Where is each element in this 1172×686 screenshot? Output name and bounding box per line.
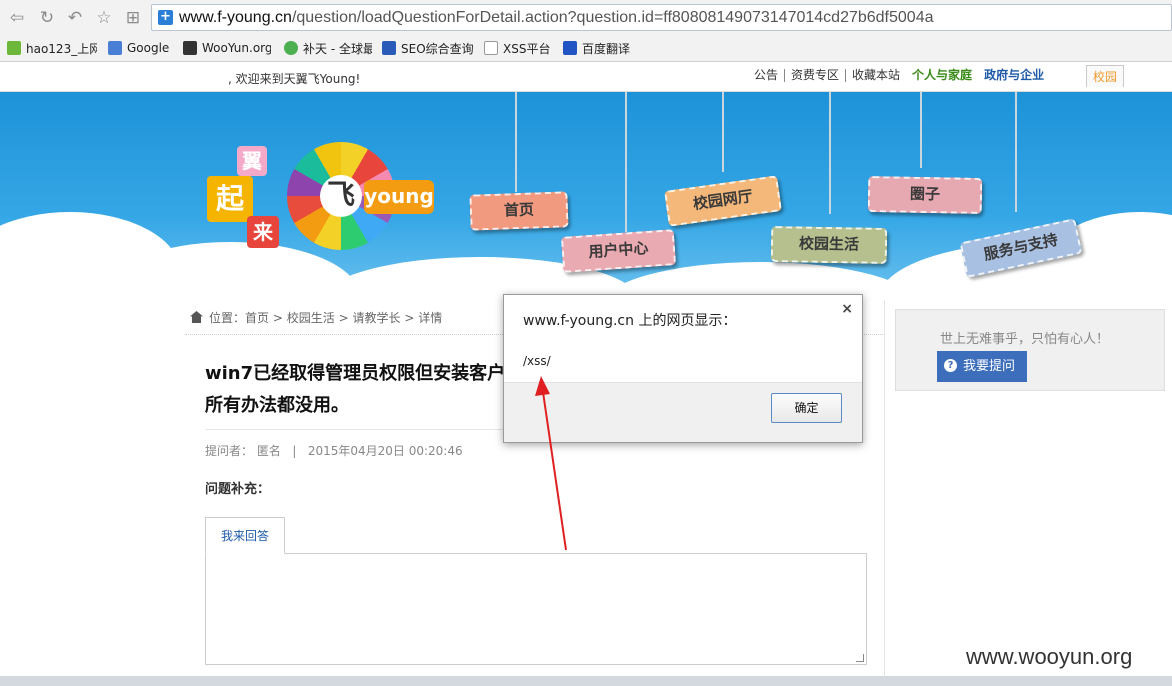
nav-sign-campus-life[interactable]: 校园生活 (770, 225, 888, 265)
breadcrumb: 位置：首页 > 校园生活 > 请教学长 > 详情 (190, 309, 442, 326)
dialog-footer: 确定 (504, 382, 862, 442)
bookmark-label: hao123_上网 (26, 41, 97, 56)
alert-dialog: www.f-young.cn 上的网页显示： × /xss/ 确定 (503, 294, 863, 443)
address-bar[interactable]: + www.f-young.cn/question/loadQuestionFo… (151, 4, 1172, 31)
asker-name: 匿名 (256, 444, 281, 458)
bookmark-label: XSS平台 (503, 41, 551, 56)
tab-answer[interactable]: 我来回答 (205, 517, 285, 554)
butian-icon (284, 41, 298, 55)
back-icon[interactable]: ⇦ (6, 7, 28, 29)
ask-panel: 世上无难事乎，只怕有心人！ ? 我要提问 (895, 309, 1165, 391)
column-divider (884, 300, 885, 686)
nav-sign-home[interactable]: 首页 (469, 191, 569, 231)
question-time: 2015年04月20日 00:20:46 (307, 444, 463, 458)
breadcrumb-detail: 详情 (418, 311, 443, 325)
ask-question-button[interactable]: ? 我要提问 (937, 351, 1027, 382)
bookmark-label: 百度翻译 (582, 41, 631, 56)
bookmark-label: SEO综合查询 (401, 41, 474, 56)
breadcrumb-ask-senior[interactable]: 请教学长 (352, 311, 400, 325)
logo-char: 翼 (237, 146, 267, 176)
ok-button[interactable]: 确定 (771, 393, 842, 423)
breadcrumb-sep: > (272, 311, 283, 325)
sign-rope (920, 92, 922, 168)
welcome-text: , 欢迎来到天翼飞Young! (228, 72, 361, 86)
url-host: www.f-young.cn (179, 9, 292, 26)
seo-icon (382, 41, 396, 55)
link-personal[interactable]: 个人与家庭 (906, 69, 978, 82)
resize-handle-icon[interactable] (856, 654, 864, 662)
divider (205, 429, 505, 430)
breadcrumb-prefix: 位置： (209, 311, 246, 325)
page-icon (484, 41, 498, 55)
star-icon[interactable]: ☆ (93, 7, 115, 29)
breadcrumb-sep: > (338, 311, 349, 325)
sign-rope (829, 92, 831, 214)
bookmark-label: Google (127, 41, 170, 55)
dialog-message: /xss/ (523, 354, 551, 368)
logo-young-text: young (364, 180, 434, 214)
nav-sign-circle[interactable]: 圈子 (867, 176, 983, 214)
ask-button-label: 我要提问 (963, 359, 1016, 374)
tab-campus[interactable]: 校园 (1086, 65, 1124, 87)
sign-rope (1015, 92, 1017, 212)
breadcrumb-home[interactable]: 首页 (245, 311, 269, 325)
breadcrumb-sep: > (404, 311, 415, 325)
answer-textarea[interactable] (205, 553, 867, 665)
sign-rope (625, 92, 627, 232)
meta-separator: | (292, 444, 297, 458)
watermark: www.wooyun.org (966, 644, 1133, 669)
link-business[interactable]: 政府与企业 (978, 69, 1050, 82)
site-topbar: , 欢迎来到天翼飞Young! 公告 资费专区 收藏本站 个人与家庭 政府与企业 (0, 62, 1172, 92)
breadcrumb-campus-life[interactable]: 校园生活 (287, 311, 335, 325)
status-bar (0, 676, 1172, 686)
top-links: 公告 资费专区 收藏本站 个人与家庭 政府与企业 (754, 69, 1050, 82)
forward-icon[interactable]: ↻ (36, 7, 58, 29)
bookmark-hao123[interactable]: hao123_上网 (7, 40, 97, 56)
google-icon (108, 41, 122, 55)
hao123-icon (7, 41, 21, 55)
close-icon[interactable]: × (841, 301, 853, 317)
link-announcement[interactable]: 公告 (754, 69, 784, 82)
logo-char: 来 (247, 216, 279, 248)
link-bookmark-site[interactable]: 收藏本站 (845, 69, 906, 82)
undo-icon[interactable]: ↶ (64, 7, 86, 29)
grid-icon[interactable]: ⊞ (122, 7, 144, 29)
bookmark-baidu[interactable]: 百度翻译 (563, 40, 643, 56)
asker-label: 提问者： (205, 444, 254, 458)
question-meta: 提问者： 匿名 | 2015年04月20日 00:20:46 (205, 442, 463, 459)
link-tariff[interactable]: 资费专区 (784, 69, 845, 82)
sign-rope (722, 92, 724, 172)
shield-plus-icon: + (158, 10, 173, 25)
wooyun-icon (183, 41, 197, 55)
browser-toolbar: ⇦ ↻ ↶ ☆ ⊞ + www.f-young.cn/question/load… (0, 0, 1172, 35)
bookmark-butian[interactable]: 补天 - 全球最 (284, 40, 372, 56)
logo-mark: 飞 (320, 175, 362, 217)
question-mark-icon: ? (944, 359, 957, 372)
dialog-title: www.f-young.cn 上的网页显示： (523, 313, 737, 329)
bookmark-xss[interactable]: XSS平台 (484, 40, 554, 56)
bookmark-label: 补天 - 全球最 (303, 41, 372, 56)
supplement-label: 问题补充： (205, 482, 271, 497)
bookmark-label: WooYun.org (202, 41, 271, 55)
home-icon (190, 311, 203, 323)
question-title-line2: 所有办法都没用。 (205, 395, 349, 416)
sign-rope (515, 92, 517, 192)
logo-char: 起 (207, 176, 253, 222)
bookmark-google[interactable]: Google (108, 40, 178, 56)
sidebar-slogan: 世上无难事乎，只怕有心人！ (940, 332, 1110, 347)
bookmarks-bar: hao123_上网 Google WooYun.org 补天 - 全球最 SEO… (0, 35, 1172, 62)
url-text: www.f-young.cn/question/loadQuestionForD… (179, 9, 934, 27)
baidu-icon (563, 41, 577, 55)
bookmark-seo[interactable]: SEO综合查询 (382, 40, 474, 56)
bookmark-wooyun[interactable]: WooYun.org (183, 40, 271, 56)
url-path: /question/loadQuestionForDetail.action?q… (291, 9, 934, 26)
